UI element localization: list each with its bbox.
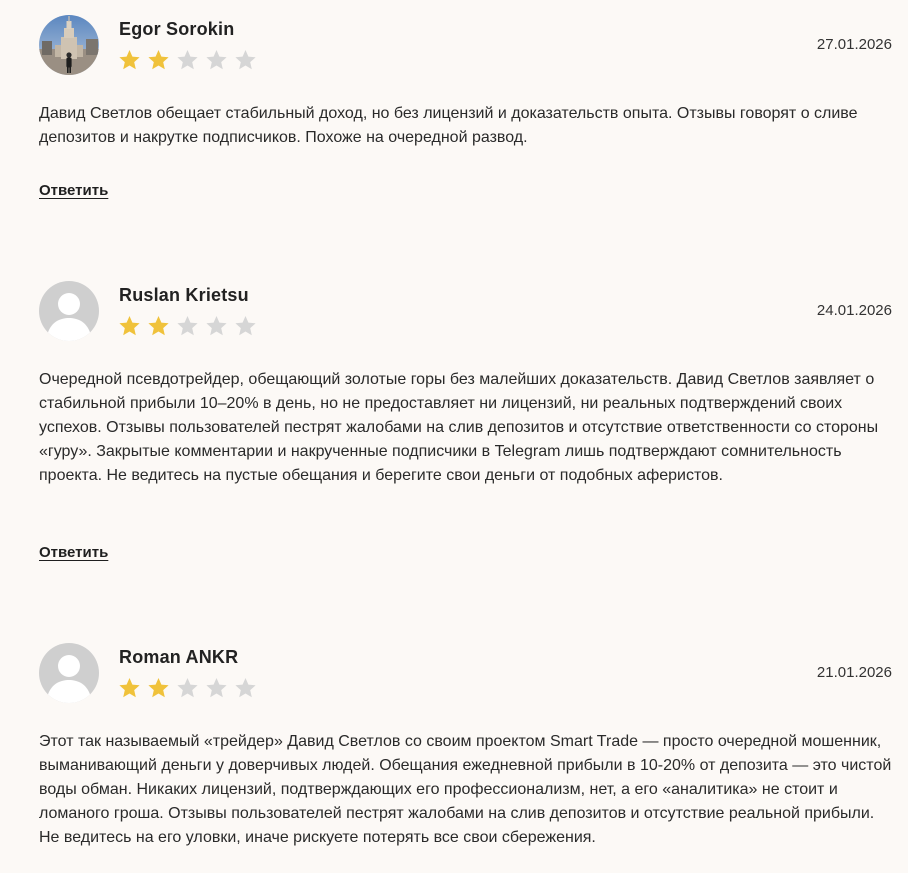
default-user-avatar-icon: [39, 281, 99, 341]
star-filled-icon: [118, 49, 141, 71]
review-text: Этот так называемый «трейдер» Давид Свет…: [39, 733, 892, 846]
review-date: 27.01.2026: [816, 36, 892, 53]
star-empty-icon: [205, 677, 228, 699]
star-filled-icon: [118, 677, 141, 699]
star-filled-icon: [147, 315, 170, 337]
reply-link[interactable]: Ответить: [39, 544, 108, 561]
review-author: Egor Sorokin: [119, 19, 235, 39]
star-filled-icon: [118, 315, 141, 337]
star-rating: [118, 315, 257, 337]
reply-link[interactable]: Ответить: [39, 182, 108, 199]
review-text: Очередной псевдотрейдер, обещающий золот…: [39, 371, 879, 484]
review-author: Roman ANKR: [119, 647, 239, 667]
star-empty-icon: [176, 49, 199, 71]
star-empty-icon: [234, 677, 257, 699]
star-filled-icon: [147, 677, 170, 699]
star-filled-icon: [147, 49, 170, 71]
review-text: Давид Светлов обещает стабильный доход, …: [39, 105, 858, 146]
reviews-list: Egor Sorokin 27.01.2026 Давид Светлов об…: [0, 0, 908, 873]
review-author: Ruslan Krietsu: [119, 285, 249, 305]
star-empty-icon: [234, 49, 257, 71]
review-date: 24.01.2026: [816, 302, 892, 319]
star-empty-icon: [205, 315, 228, 337]
star-rating: [118, 677, 257, 699]
star-empty-icon: [176, 677, 199, 699]
star-empty-icon: [176, 315, 199, 337]
review-date: 21.01.2026: [816, 664, 892, 681]
star-empty-icon: [205, 49, 228, 71]
default-user-avatar-icon: [39, 643, 99, 703]
user-photo-avatar: [39, 15, 99, 75]
star-rating: [118, 49, 257, 71]
star-empty-icon: [234, 315, 257, 337]
